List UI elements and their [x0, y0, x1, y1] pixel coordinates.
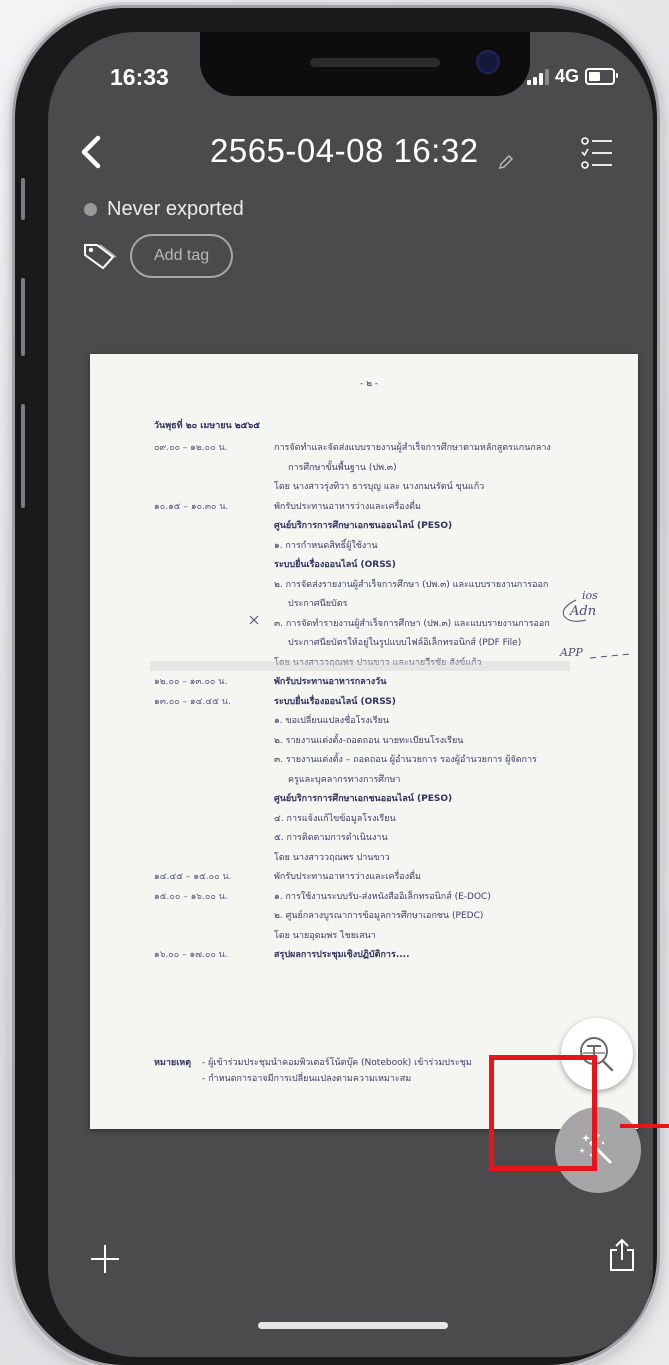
back-chevron-icon[interactable]	[76, 132, 110, 172]
checklist-menu-icon[interactable]	[581, 136, 613, 170]
network-type: 4G	[554, 66, 579, 86]
add-page-plus-icon[interactable]	[88, 1242, 122, 1276]
add-tag-button[interactable]: Add tag	[130, 234, 234, 278]
tag-icon	[84, 244, 117, 270]
notch	[200, 32, 530, 96]
battery-icon	[585, 68, 618, 85]
highlight-pointer-line	[620, 1124, 669, 1128]
export-status: Never exported	[84, 198, 244, 221]
document-title[interactable]: 2565-04-08 16:32	[210, 132, 479, 170]
silent-switch	[21, 178, 25, 220]
signal-icon	[526, 68, 549, 85]
share-icon[interactable]	[608, 1238, 636, 1272]
export-status-text: Never exported	[107, 198, 244, 220]
tag-row: Add tag	[82, 234, 234, 278]
status-indicators: 4G	[526, 66, 618, 87]
edit-pencil-icon[interactable]	[498, 154, 514, 170]
speaker	[310, 58, 440, 67]
volume-down-button	[21, 404, 25, 508]
volume-up-button	[21, 278, 25, 356]
camera	[476, 50, 500, 74]
handwriting-marks	[150, 599, 631, 671]
scanned-document-page[interactable]: - ๒ - วันพุธที่ ๒๐ เมษายน ๒๕๖๕ ๐๙.๐๐ – ๑…	[90, 354, 638, 1129]
export-status-dot	[84, 203, 97, 216]
home-indicator[interactable]	[258, 1322, 448, 1329]
highlight-box	[489, 1055, 597, 1171]
status-time: 16:33	[110, 64, 169, 90]
